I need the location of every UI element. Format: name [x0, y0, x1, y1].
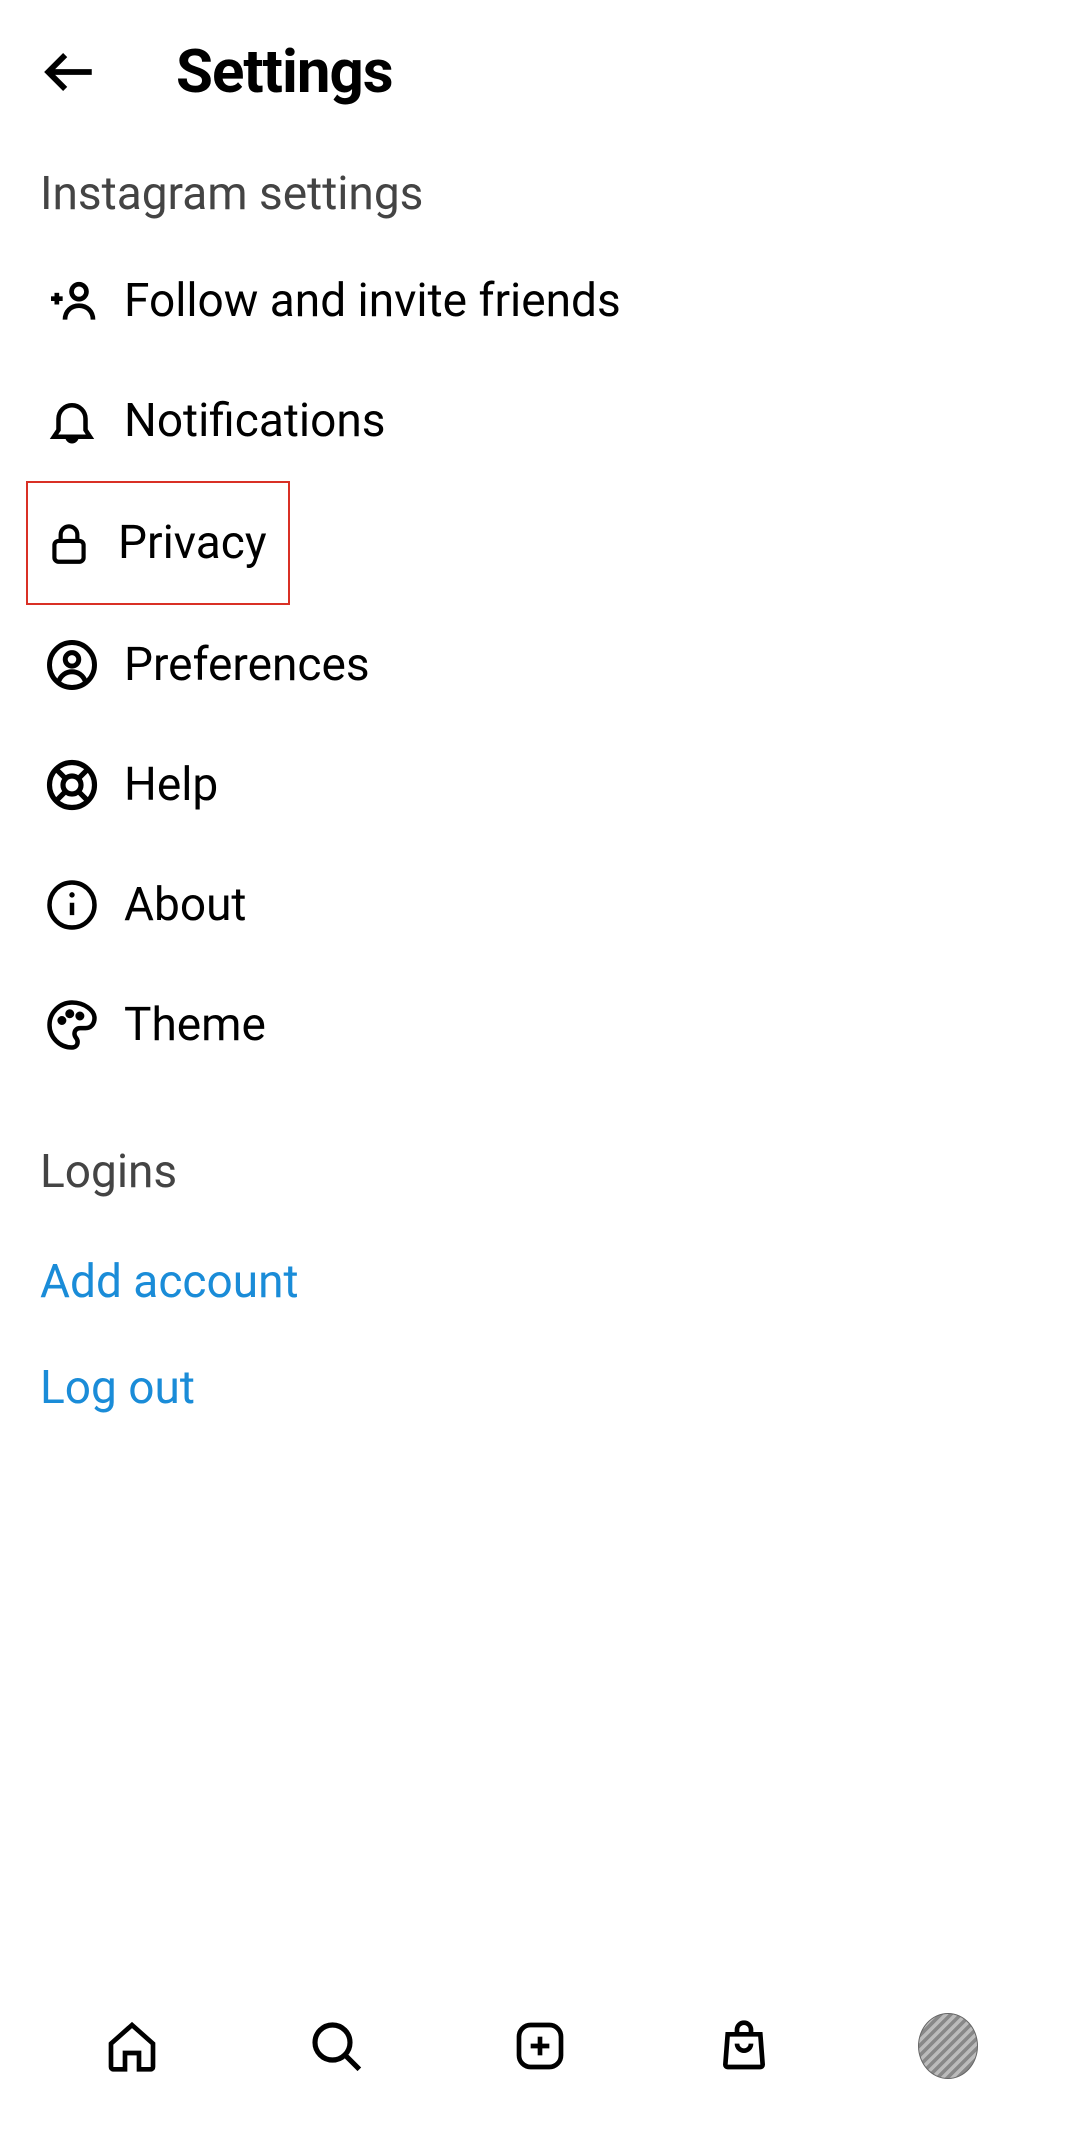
logins-label: Logins: [0, 1125, 1080, 1229]
nav-shop[interactable]: [714, 2016, 774, 2076]
search-icon: [308, 2018, 364, 2074]
page-title: Settings: [176, 36, 393, 107]
nav-create[interactable]: [510, 2016, 570, 2076]
menu-label-theme: Theme: [124, 998, 266, 1052]
menu-item-theme[interactable]: Theme: [0, 965, 1080, 1085]
header: Settings: [0, 0, 1080, 127]
avatar-icon: [918, 2013, 978, 2079]
menu-label-follow: Follow and invite friends: [124, 274, 621, 328]
home-icon: [104, 2018, 160, 2074]
plus-square-icon: [512, 2018, 568, 2074]
add-account-link[interactable]: Add account: [0, 1229, 1080, 1335]
menu-item-privacy[interactable]: Privacy: [26, 481, 290, 605]
bell-icon: [44, 393, 100, 449]
menu-label-privacy: Privacy: [118, 516, 267, 570]
arrow-left-icon: [41, 43, 99, 101]
menu-label-notifications: Notifications: [124, 394, 386, 448]
bottom-navigation: [0, 2001, 1080, 2131]
menu-item-about[interactable]: About: [0, 845, 1080, 965]
menu-item-follow-invite[interactable]: Follow and invite friends: [0, 241, 1080, 361]
logins-section: Logins Add account Log out: [0, 1085, 1080, 1441]
menu-label-help: Help: [124, 758, 218, 812]
menu-item-notifications[interactable]: Notifications: [0, 361, 1080, 481]
nav-home[interactable]: [102, 2016, 162, 2076]
menu-label-about: About: [124, 878, 246, 932]
palette-icon: [44, 997, 100, 1053]
nav-search[interactable]: [306, 2016, 366, 2076]
add-user-icon: [44, 273, 100, 329]
settings-menu: Follow and invite friends Notifications …: [0, 241, 1080, 1085]
log-out-link[interactable]: Log out: [0, 1335, 1080, 1441]
help-icon: [44, 757, 100, 813]
shopping-bag-icon: [716, 2018, 772, 2074]
info-icon: [44, 877, 100, 933]
lock-icon: [44, 515, 94, 571]
menu-item-help[interactable]: Help: [0, 725, 1080, 845]
instagram-settings-label: Instagram settings: [0, 127, 1080, 241]
user-circle-icon: [44, 637, 100, 693]
menu-item-preferences[interactable]: Preferences: [0, 605, 1080, 725]
back-button[interactable]: [40, 42, 100, 102]
nav-profile[interactable]: [918, 2016, 978, 2076]
menu-label-preferences: Preferences: [124, 638, 370, 692]
